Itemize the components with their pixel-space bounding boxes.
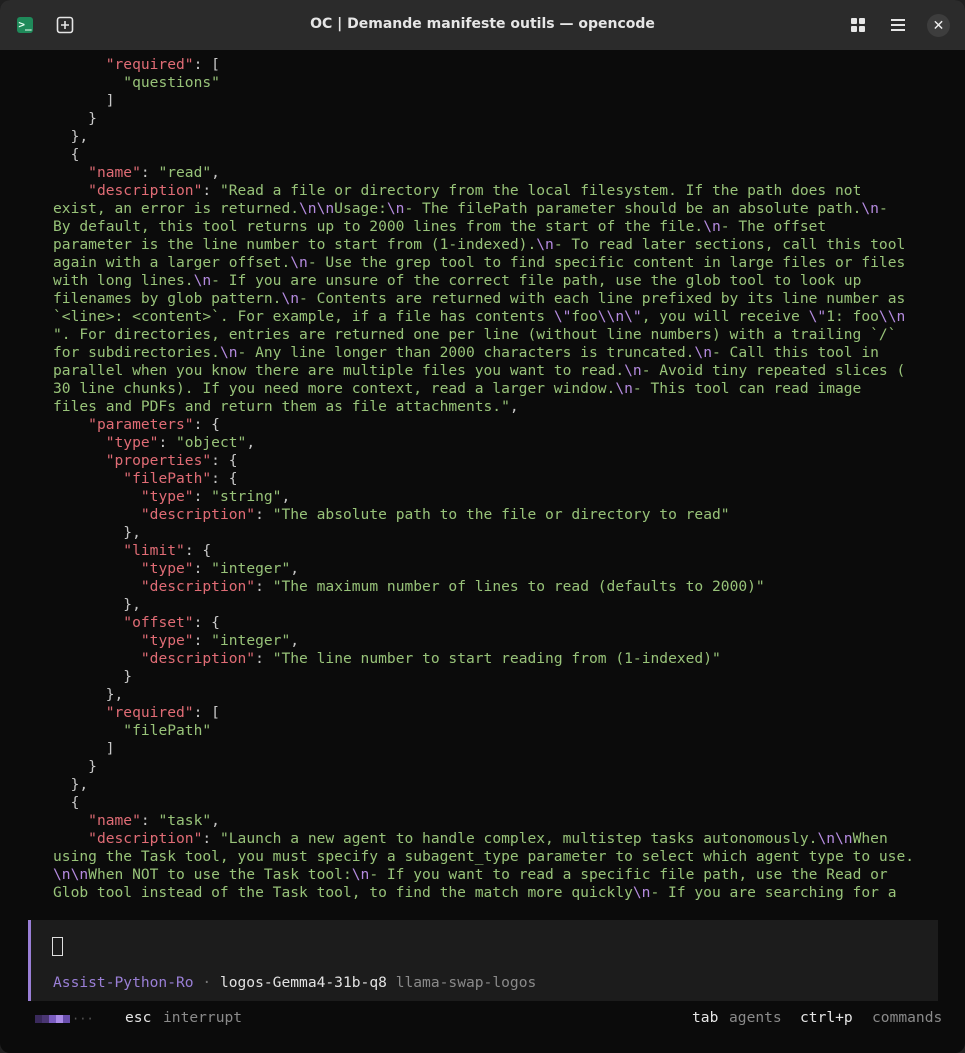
code-line: { xyxy=(53,794,80,811)
code-line: }, xyxy=(53,776,89,793)
commands-label[interactable]: commands xyxy=(872,1009,942,1026)
code-line: "type": "object", xyxy=(105,434,256,451)
terminal-area: "required": [ "questions" ] } }, { "name… xyxy=(8,56,958,1046)
code-line: "type": "string", xyxy=(140,488,291,505)
code-line: exist, an error is returned.\n\nUsage:\n… xyxy=(53,200,888,217)
agent-info: Assist-Python-Ro · logos-Gemma4-31b-q8 l… xyxy=(53,974,536,991)
code-line: }, xyxy=(53,128,89,145)
agent-name[interactable]: Assist-Python-Ro xyxy=(53,974,194,991)
code-line: `<line>: <content>`. For example, if a f… xyxy=(53,308,906,325)
code-line: again with a larger offset.\n- Use the g… xyxy=(53,254,906,271)
code-line: ] xyxy=(53,92,115,109)
code-line: }, xyxy=(53,596,141,613)
code-line: { xyxy=(53,146,80,163)
code-line: "questions" xyxy=(123,74,220,91)
esc-interrupt-label[interactable]: interrupt xyxy=(163,1009,242,1026)
progress-spinner: ··· xyxy=(35,1012,94,1026)
code-line: "type": "integer", xyxy=(140,632,300,649)
code-line: "name": "task", xyxy=(88,812,220,829)
code-line: "description": "The line number to start… xyxy=(140,650,721,667)
code-line: 30 line chunks). If you need more contex… xyxy=(53,380,862,397)
code-line: "offset": { xyxy=(123,614,220,631)
code-line: }, xyxy=(53,524,141,541)
close-icon[interactable]: ✕ xyxy=(927,14,950,37)
code-line: "parameters": { xyxy=(88,416,220,433)
code-line: files and PDFs and return them as file a… xyxy=(53,398,519,415)
spinner-dots: ··· xyxy=(72,1012,94,1026)
provider-name: llama-swap-logos xyxy=(395,974,537,991)
code-line: parallel when you know there are multipl… xyxy=(53,362,906,379)
spinner-block xyxy=(49,1015,56,1023)
status-bar: ··· esc interrupt tab agents ctrl+p comm… xyxy=(8,1006,958,1032)
spinner-block xyxy=(63,1015,70,1023)
esc-key: esc xyxy=(125,1009,152,1026)
spinner-block xyxy=(35,1015,42,1023)
code-line: "required": [ xyxy=(105,56,220,73)
menu-icon[interactable] xyxy=(889,16,907,34)
tab-key: tab xyxy=(692,1009,719,1026)
code-line: "description": "Read a file or directory… xyxy=(88,182,862,199)
code-line: } xyxy=(53,668,133,685)
code-line: "filePath": { xyxy=(123,470,238,487)
separator-dot: · xyxy=(193,974,220,991)
code-line: "limit": { xyxy=(123,542,212,559)
tool-manifest-output: "required": [ "questions" ] } }, { "name… xyxy=(53,56,943,903)
spinner-block xyxy=(42,1015,49,1023)
grid-icon[interactable] xyxy=(849,16,867,34)
code-line: "filePath" xyxy=(123,722,212,739)
code-line: } xyxy=(53,110,97,127)
code-line: "description": "The maximum number of li… xyxy=(140,578,765,595)
code-line: with long lines.\n- If you are unsure of… xyxy=(53,272,862,289)
code-line: "type": "integer", xyxy=(140,560,300,577)
code-line: ] xyxy=(53,740,115,757)
code-line: By default, this tool returns up to 2000… xyxy=(53,218,827,235)
code-line: using the Task tool, you must specify a … xyxy=(53,848,915,865)
code-line: for subdirectories.\n- Any line longer t… xyxy=(53,344,879,361)
code-line: \n\nWhen NOT to use the Task tool:\n- If… xyxy=(53,866,888,883)
code-line: Glob tool instead of the Task tool, to f… xyxy=(53,884,897,901)
code-line: filenames by glob pattern.\n- Contents a… xyxy=(53,290,906,307)
code-line: "description": "Launch a new agent to ha… xyxy=(88,830,888,847)
model-name[interactable]: logos-Gemma4-31b-q8 xyxy=(220,974,387,991)
prompt-box[interactable]: Assist-Python-Ro · logos-Gemma4-31b-q8 l… xyxy=(28,920,938,1001)
spinner-block xyxy=(56,1015,63,1023)
code-line: } xyxy=(53,758,97,775)
code-line: "required": [ xyxy=(105,704,220,721)
terminal-window: >_ OC | Demande manifeste outils — openc… xyxy=(0,0,965,1053)
code-line: parameter is the line number to start fr… xyxy=(53,236,906,253)
prompt-cursor[interactable] xyxy=(52,937,63,956)
ctrl-p-key: ctrl+p xyxy=(800,1009,853,1026)
window-title: OC | Demande manifeste outils — opencode xyxy=(310,16,655,32)
code-line: }, xyxy=(53,686,124,703)
title-bar: >_ OC | Demande manifeste outils — openc… xyxy=(0,0,965,50)
code-line: "name": "read", xyxy=(88,164,220,181)
code-line: "description": "The absolute path to the… xyxy=(140,506,730,523)
tab-agents-label[interactable]: agents xyxy=(729,1009,782,1026)
code-line: "properties": { xyxy=(105,452,238,469)
code-line: ". For directories, entries are returned… xyxy=(53,326,897,343)
